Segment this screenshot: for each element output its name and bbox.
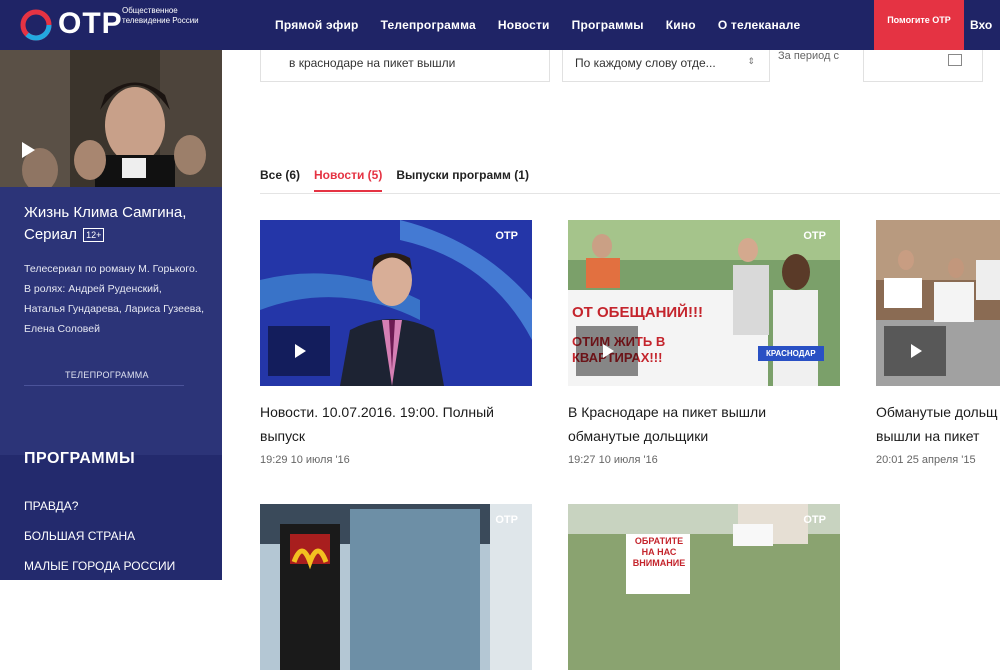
program-link-small-towns[interactable]: МАЛЫЕ ГОРОДА РОССИИ	[24, 559, 175, 573]
search-results: в краснодаре на пикет вышли По каждому с…	[222, 50, 1000, 670]
card-title[interactable]: В Краснодаре на пикет вышли обманутые до…	[568, 400, 840, 448]
result-card[interactable]: ОБРАТИТЕ НА НАС ВНИМАНИЕ ОТР	[568, 504, 840, 670]
sign-text: ОБРАТИТЕ НА НАС ВНИМАНИЕ	[632, 536, 686, 568]
now-playing-thumbnail[interactable]	[0, 50, 222, 187]
protest-image	[568, 504, 840, 670]
program-link-big-country[interactable]: БОЛЬШАЯ СТРАНА	[24, 529, 135, 543]
play-icon[interactable]	[22, 142, 35, 158]
select-arrows-icon: ⇕	[747, 56, 755, 66]
card-title[interactable]: Обманутые дольщ вышли на пикет	[876, 400, 1000, 448]
result-card[interactable]: ОТ ОБЕЩАНИЙ!!! ОТИМ ЖИТЬ В КВАРТИРАХ!!! …	[568, 220, 840, 466]
nav-about[interactable]: О телеканале	[718, 18, 801, 32]
nav-live[interactable]: Прямой эфир	[275, 18, 359, 32]
show-title[interactable]: Жизнь Клима Самгина, Сериал 12+	[24, 202, 204, 246]
actor-photo	[0, 50, 222, 187]
video-thumbnail[interactable]: ОТР	[260, 220, 532, 386]
top-navbar: ОТР Общественное телевидение России Прям…	[0, 0, 1000, 50]
nav-tv-guide[interactable]: Телепрограмма	[381, 18, 476, 32]
result-card[interactable]: Обманутые дольщ вышли на пикет 20:01 25 …	[876, 220, 1000, 466]
result-card[interactable]: ОТР Новости. 10.07.2016. 19:00. Полный в…	[260, 220, 532, 466]
otr-watermark: ОТР	[803, 230, 826, 242]
login-link[interactable]: Вхо	[970, 18, 992, 32]
otr-watermark: ОТР	[495, 514, 518, 526]
program-link-pravda[interactable]: ПРАВДА?	[24, 499, 78, 513]
location-tag: КРАСНОДАР	[758, 346, 824, 361]
nav-news[interactable]: Новости	[498, 18, 550, 32]
otr-watermark: ОТР	[803, 514, 826, 526]
video-thumbnail[interactable]: ОБРАТИТЕ НА НАС ВНИМАНИЕ ОТР	[568, 504, 840, 670]
search-input[interactable]: в краснодаре на пикет вышли	[260, 50, 550, 82]
video-thumbnail[interactable]	[876, 220, 1000, 386]
video-thumbnail[interactable]: ОТР	[260, 504, 532, 670]
nav-programs[interactable]: Программы	[572, 18, 644, 32]
card-title[interactable]: Новости. 10.07.2016. 19:00. Полный выпус…	[260, 400, 532, 448]
card-date: 19:29 10 июля '16	[260, 454, 350, 466]
play-button[interactable]	[268, 326, 330, 376]
result-tabs: Все (6) Новости (5) Выпуски программ (1)	[260, 168, 543, 192]
play-button[interactable]	[576, 326, 638, 376]
show-description: Телесериал по роману М. Горького. В роля…	[24, 263, 205, 335]
tab-episodes[interactable]: Выпуски программ (1)	[396, 168, 529, 192]
tab-all[interactable]: Все (6)	[260, 168, 300, 192]
programs-heading: ПРОГРАММЫ	[24, 450, 136, 467]
otr-watermark: ОТР	[495, 230, 518, 242]
card-date: 19:27 10 июля '16	[568, 454, 658, 466]
divider	[24, 385, 184, 386]
date-from-input[interactable]	[863, 50, 983, 82]
calendar-icon[interactable]	[948, 54, 962, 66]
tv-guide-link[interactable]: ТЕЛЕПРОГРАММА	[65, 370, 149, 380]
search-mode-select[interactable]: По каждому слову отде... ⇕	[562, 50, 770, 82]
street-image	[260, 504, 532, 670]
banner-text: ОТ ОБЕЩАНИЙ!!!	[572, 304, 703, 321]
result-card[interactable]: ОТР	[260, 504, 532, 670]
age-rating-badge: 12+	[83, 228, 105, 243]
tabs-divider	[260, 193, 1000, 194]
tab-news[interactable]: Новости (5)	[314, 168, 383, 192]
period-label: За период с	[778, 50, 840, 62]
show-info: Жизнь Клима Самгина, Сериал 12+ Телесери…	[0, 187, 222, 455]
sidebar: Жизнь Клима Самгина, Сериал 12+ Телесери…	[0, 50, 222, 580]
otr-logo[interactable]: ОТР Общественное телевидение России	[18, 5, 218, 45]
help-otr-button[interactable]: Помогите ОТР	[874, 0, 964, 50]
nav-movies[interactable]: Кино	[666, 18, 696, 32]
logo-subtitle: Общественное телевидение России	[122, 6, 199, 25]
card-date: 20:01 25 апреля '15	[876, 454, 976, 466]
main-nav: Прямой эфир Телепрограмма Новости Програ…	[275, 0, 822, 50]
video-thumbnail[interactable]: ОТ ОБЕЩАНИЙ!!! ОТИМ ЖИТЬ В КВАРТИРАХ!!! …	[568, 220, 840, 386]
logo-text: ОТР	[58, 7, 123, 40]
otr-logo-icon	[20, 9, 52, 41]
play-button[interactable]	[884, 326, 946, 376]
